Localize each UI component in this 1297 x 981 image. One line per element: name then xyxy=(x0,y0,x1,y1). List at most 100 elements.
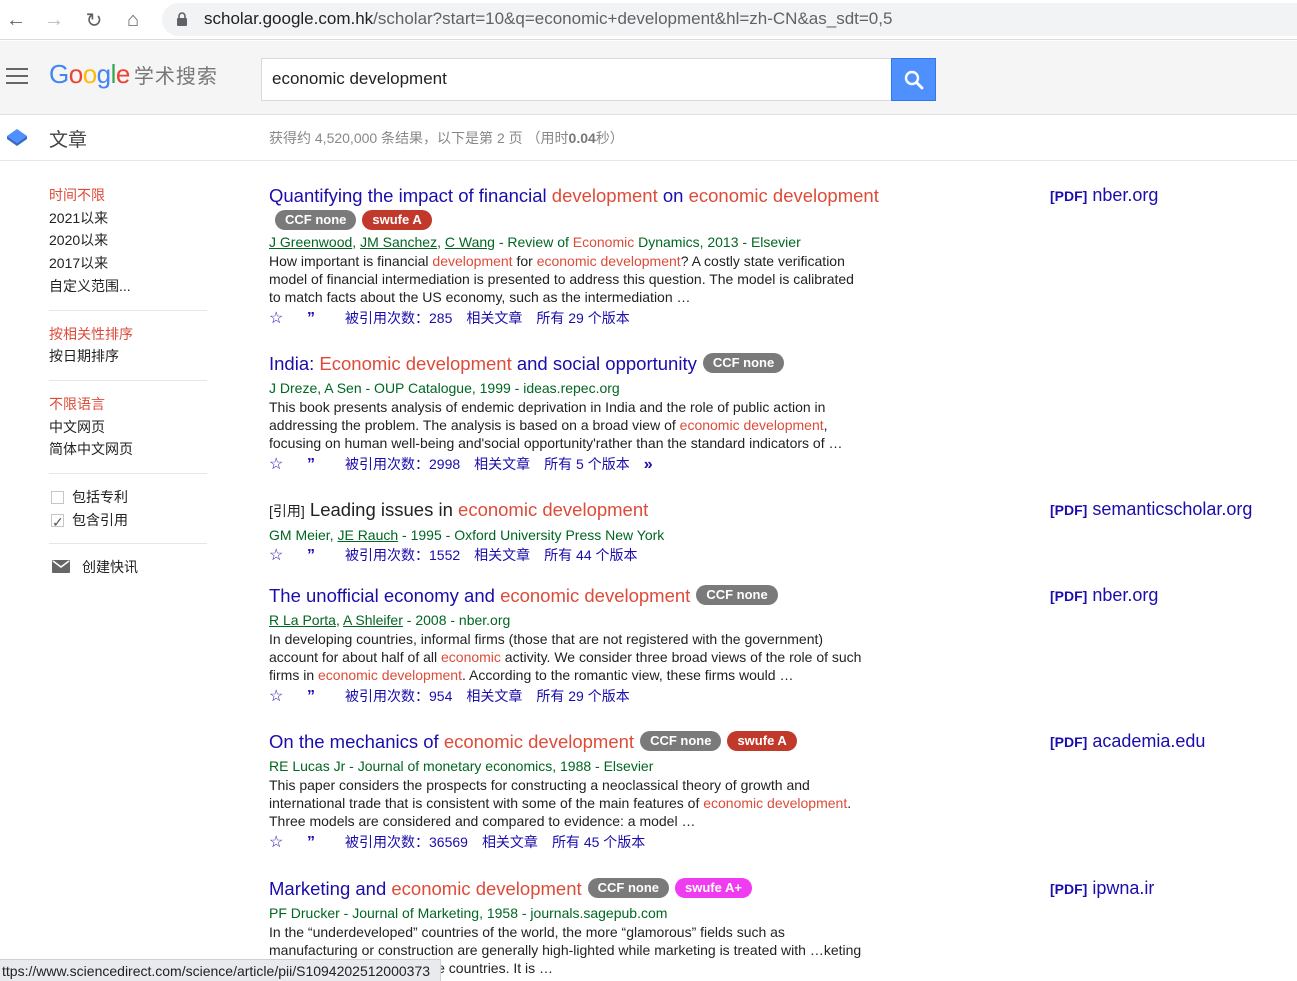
search-icon xyxy=(904,70,924,90)
related-articles-link[interactable]: 相关文章 xyxy=(466,310,522,326)
search-result: Quantifying the impact of financial deve… xyxy=(269,184,1029,329)
all-versions-link[interactable]: 所有 29 个版本 xyxy=(536,310,629,326)
include-patents-option[interactable]: 包括专利 xyxy=(49,486,209,509)
star-icon[interactable]: ☆ xyxy=(269,455,293,475)
result-actions: ☆ ” 被引用次数：36569 相关文章 所有 45 个版本 xyxy=(269,832,1029,853)
sort-by-relevance[interactable]: 按相关性排序 xyxy=(49,323,209,346)
citations-checkbox[interactable] xyxy=(51,511,64,533)
related-articles-link[interactable]: 相关文章 xyxy=(474,456,530,472)
search-button[interactable] xyxy=(891,58,936,101)
star-icon[interactable]: ☆ xyxy=(269,546,293,566)
all-versions-link[interactable]: 所有 44 个版本 xyxy=(544,547,637,563)
create-alert-link[interactable]: 创建快讯 xyxy=(49,556,209,579)
result-snippet: This paper considers the prospects for c… xyxy=(269,777,852,829)
result-count-suffix: 秒） xyxy=(595,130,624,146)
swufe-badge: swufe A+ xyxy=(675,878,752,898)
lang-any[interactable]: 不限语言 xyxy=(49,393,209,416)
swufe-badge: swufe A xyxy=(727,731,797,751)
result-count: 获得约 4,520,000 条结果，以下是第 2 页 （用时0.04秒） xyxy=(269,128,624,148)
patents-checkbox[interactable] xyxy=(51,490,64,504)
cited-by-link[interactable]: 被引用次数：954 xyxy=(345,688,452,704)
result-meta: PF Drucker - Journal of Marketing, 1958 … xyxy=(269,905,668,921)
cited-by-link[interactable]: 被引用次数：2998 xyxy=(345,456,460,472)
pdf-link[interactable]: [PDF] nber.org xyxy=(1050,185,1158,206)
menu-icon[interactable] xyxy=(6,68,28,84)
result-meta: R La Porta, A Shleifer - 2008 - nber.org xyxy=(269,612,511,628)
ccf-badge: CCF none xyxy=(702,353,785,373)
star-icon[interactable]: ☆ xyxy=(269,309,293,329)
browser-toolbar: ← → ↻ ⌂ scholar.google.com.hk/scholar?st… xyxy=(0,0,1297,40)
search-box[interactable] xyxy=(261,58,891,101)
result-meta: J Dreze, A Sen - OUP Catalogue, 1999 - i… xyxy=(269,380,620,396)
related-articles-link[interactable]: 相关文章 xyxy=(466,688,522,704)
star-icon[interactable]: ☆ xyxy=(269,833,293,853)
create-alert-label: 创建快讯 xyxy=(82,559,138,576)
result-actions: ☆ ” 被引用次数：285 相关文章 所有 29 个版本 xyxy=(269,308,1029,329)
home-icon[interactable]: ⌂ xyxy=(119,6,147,34)
author-link[interactable]: JM Sanchez xyxy=(360,234,437,250)
browser-status-bar: ttps://www.sciencedirect.com/science/art… xyxy=(0,959,442,981)
result-title[interactable]: The unofficial economy and economic deve… xyxy=(269,584,1029,608)
cited-by-link[interactable]: 被引用次数：285 xyxy=(345,310,452,326)
back-icon[interactable]: ← xyxy=(2,6,30,34)
cite-icon[interactable]: ” xyxy=(307,687,331,707)
include-citations-option[interactable]: 包含引用 xyxy=(49,509,209,533)
search-result: The unofficial economy and economic deve… xyxy=(269,584,1029,707)
search-input[interactable] xyxy=(272,69,872,89)
author-link[interactable]: C Wang xyxy=(445,234,495,250)
author-link[interactable]: R La Porta xyxy=(269,612,336,628)
more-icon[interactable]: » xyxy=(644,455,668,475)
url-text: scholar.google.com.hk/scholar?start=10&q… xyxy=(204,9,892,29)
sort-by-date[interactable]: 按日期排序 xyxy=(49,345,209,368)
filter-custom-range[interactable]: 自定义范围... xyxy=(49,275,209,298)
lang-chinese[interactable]: 中文网页 xyxy=(49,416,209,439)
all-versions-link[interactable]: 所有 29 个版本 xyxy=(536,688,629,704)
result-count-text: 获得约 4,520,000 条结果，以下是第 2 页 （用时 xyxy=(269,130,569,146)
result-snippet: This book presents analysis of endemic d… xyxy=(269,399,843,451)
filter-since-2021[interactable]: 2021以来 xyxy=(49,207,209,230)
author-link[interactable]: JE Rauch xyxy=(337,527,398,543)
filter-since-2017[interactable]: 2017以来 xyxy=(49,252,209,275)
forward-icon[interactable]: → xyxy=(40,6,68,34)
cited-by-link[interactable]: 被引用次数：1552 xyxy=(345,547,460,563)
citation-tag: [引用] xyxy=(269,503,305,519)
include-citations-label: 包含引用 xyxy=(72,511,128,528)
filter-time-any[interactable]: 时间不限 xyxy=(49,184,209,207)
star-icon[interactable]: ☆ xyxy=(269,687,293,707)
cite-icon[interactable]: ” xyxy=(307,455,331,475)
result-title[interactable]: On the mechanics of economic development… xyxy=(269,730,1029,754)
author-link[interactable]: A Shleifer xyxy=(343,612,403,628)
google-scholar-logo[interactable]: Google 学术搜索 xyxy=(49,59,218,90)
result-title[interactable]: Marketing and economic development CCF no… xyxy=(269,877,1029,901)
ccf-badge: CCF none xyxy=(275,210,357,230)
cited-by-link[interactable]: 被引用次数：36569 xyxy=(345,834,468,850)
pdf-link[interactable]: [PDF] academia.edu xyxy=(1050,731,1205,752)
filter-sidebar: 时间不限 2021以来 2020以来 2017以来 自定义范围... 按相关性排… xyxy=(49,184,209,579)
result-title: [引用] Leading issues in economic developm… xyxy=(269,499,649,520)
section-articles-label: 文章 xyxy=(49,130,88,151)
all-versions-link[interactable]: 所有 5 个版本 xyxy=(544,456,630,472)
result-title[interactable]: Quantifying the impact of financial deve… xyxy=(269,184,1029,208)
pdf-link[interactable]: [PDF] semanticscholar.org xyxy=(1050,499,1252,520)
divider xyxy=(49,543,207,545)
address-bar[interactable]: scholar.google.com.hk/scholar?start=10&q… xyxy=(162,3,1297,36)
cite-icon[interactable]: ” xyxy=(307,309,331,329)
result-title[interactable]: India: Economic development and social o… xyxy=(269,352,1029,376)
related-articles-link[interactable]: 相关文章 xyxy=(482,834,538,850)
cite-icon[interactable]: ” xyxy=(307,833,331,853)
lang-simplified-chinese[interactable]: 简体中文网页 xyxy=(49,438,209,461)
search-result: [引用] Leading issues in economic developm… xyxy=(269,498,1029,566)
pdf-link[interactable]: [PDF] nber.org xyxy=(1050,585,1158,606)
result-actions: ☆ ” 被引用次数：954 相关文章 所有 29 个版本 xyxy=(269,686,1029,707)
divider xyxy=(49,379,207,381)
author-link[interactable]: J Greenwood xyxy=(269,234,352,250)
reload-icon[interactable]: ↻ xyxy=(80,6,108,34)
related-articles-link[interactable]: 相关文章 xyxy=(474,547,530,563)
scholar-header: Google 学术搜索 xyxy=(0,41,1297,115)
all-versions-link[interactable]: 所有 45 个版本 xyxy=(552,834,645,850)
ccf-badge: CCF none xyxy=(640,731,722,751)
cite-icon[interactable]: ” xyxy=(307,546,331,566)
filter-since-2020[interactable]: 2020以来 xyxy=(49,229,209,252)
pdf-link[interactable]: [PDF] ipwna.ir xyxy=(1050,878,1154,899)
result-snippet: In developing countries, informal firms … xyxy=(269,631,862,683)
